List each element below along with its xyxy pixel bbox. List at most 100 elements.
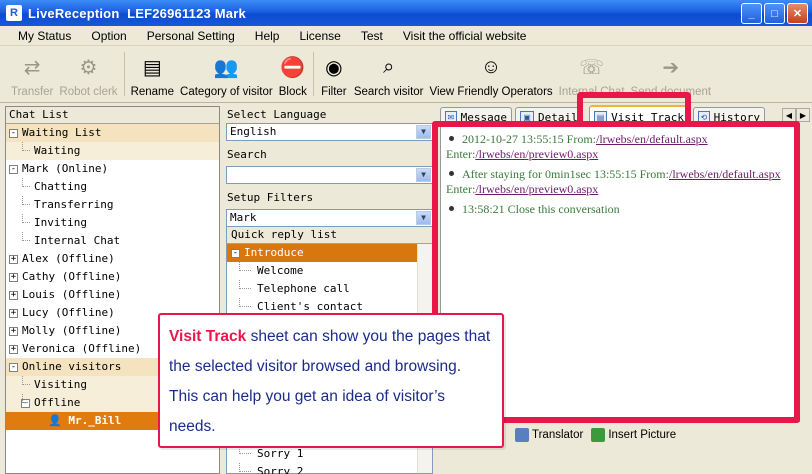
operators-icon: ☺	[480, 55, 502, 78]
tree-item-internal-chat[interactable]: Internal Chat	[6, 232, 219, 250]
tab-history[interactable]: ⟲ History	[693, 107, 765, 126]
visitor-person-icon: 👤	[48, 414, 62, 427]
expand-icon[interactable]: +	[9, 290, 18, 300]
visit-track-entry: 13:58:21 Close this conversation	[441, 202, 799, 217]
toolbar-label: View Friendly Operators	[429, 86, 553, 98]
detail-icon: ▣	[520, 110, 534, 124]
toolbar-separator	[312, 52, 314, 96]
tab-detail[interactable]: ▣ Detail	[515, 107, 583, 126]
quick-reply-item[interactable]: Welcome	[227, 262, 432, 280]
quick-reply-item[interactable]: Telephone call	[227, 280, 432, 298]
quick-reply-item[interactable]: - Introduce	[227, 244, 432, 262]
expand-icon[interactable]: +	[9, 326, 18, 336]
track-text: 13:58:21 Close this conversation	[462, 202, 620, 216]
tab-scroll-left-icon[interactable]: ◀	[782, 108, 796, 122]
tree-item-mark-online[interactable]: - Mark (Online)	[6, 160, 219, 178]
tree-item-label: Mark (Online)	[22, 162, 109, 175]
tree-item-cathy-offline[interactable]: + Cathy (Offline)	[6, 268, 219, 286]
chevron-down-icon[interactable]: ▼	[416, 125, 431, 139]
close-button[interactable]: ✕	[787, 3, 808, 24]
toolbar-label: Block	[278, 86, 307, 98]
expand-icon[interactable]: +	[9, 344, 18, 354]
visit-track-entry: 2012-10-27 13:55:15 From:/lrwebs/en/defa…	[441, 132, 799, 162]
setup-filters-label: Setup Filters	[227, 191, 314, 204]
chevron-down-icon[interactable]: ▼	[416, 211, 431, 225]
collapse-icon[interactable]: -	[9, 128, 18, 138]
block-button[interactable]: ⛔ Block	[276, 46, 310, 102]
toolbar-label: Transfer	[11, 86, 54, 98]
menu-license[interactable]: License	[289, 29, 350, 43]
filter-icon: ◉	[325, 56, 343, 79]
filter-select[interactable]: Mark ▼	[226, 209, 433, 227]
send-document-button[interactable]: ➔ Send document	[628, 46, 715, 102]
translator-button[interactable]: Translator	[515, 428, 583, 442]
quick-reply-header: Quick reply list	[227, 227, 432, 244]
menu-option[interactable]: Option	[81, 29, 136, 43]
tree-item-chatting[interactable]: Chatting	[6, 178, 219, 196]
toolbar-label: Rename	[130, 86, 175, 98]
rename-button[interactable]: ▤ Rename	[128, 46, 177, 102]
language-select[interactable]: English ▼	[226, 123, 433, 141]
transfer-button[interactable]: ⇄ Transfer	[8, 46, 56, 102]
internal-chat-button[interactable]: ☏ Internal Chat	[556, 46, 628, 102]
robot-icon: ⚙	[79, 56, 98, 79]
tree-connector	[22, 214, 30, 223]
tab-scroll-right-icon[interactable]: ▶	[796, 108, 810, 122]
tab-visit-track[interactable]: ▤ Visit Track	[589, 105, 689, 127]
filter-button[interactable]: ◉ Filter	[317, 46, 351, 102]
track-text: After staying for 0min1sec 13:55:15 From…	[462, 167, 669, 181]
collapse-icon[interactable]: -	[231, 248, 240, 258]
bullet-icon	[449, 171, 454, 176]
track-text: 2012-10-27 13:55:15 From:	[462, 132, 596, 146]
tree-item-label: Visiting	[34, 378, 87, 391]
tree-item-alex-offline[interactable]: + Alex (Offline)	[6, 250, 219, 268]
tree-item-label: Alex (Offline)	[22, 252, 115, 265]
toolbar: ⇄ Transfer ⚙ Robot clerk ▤ Rename 👥 Category of…	[0, 47, 812, 103]
rename-icon: ▤	[142, 56, 162, 79]
tab-message[interactable]: ✉ Message	[440, 107, 512, 126]
chevron-down-icon[interactable]: ▼	[416, 168, 431, 182]
expand-icon[interactable]: +	[9, 254, 18, 264]
menu-my-status[interactable]: My Status	[0, 29, 81, 43]
tree-item-waiting-list[interactable]: - Waiting List	[6, 124, 219, 142]
robot-clerk-button[interactable]: ⚙ Robot clerk	[56, 46, 120, 102]
enter-page-link[interactable]: /lrwebs/en/preview0.aspx	[475, 147, 598, 161]
tree-item-inviting[interactable]: Inviting	[6, 214, 219, 232]
from-page-link[interactable]: /lrwebs/en/default.aspx	[669, 167, 781, 181]
tree-item-transferring[interactable]: Transferring	[6, 196, 219, 214]
expand-icon[interactable]: +	[9, 272, 18, 282]
block-icon: ⛔	[280, 56, 306, 79]
callout-keyword: Visit Track	[169, 328, 247, 345]
menu-personal-setting[interactable]: Personal Setting	[137, 29, 245, 43]
toolbar-label: Filter	[321, 86, 347, 98]
maximize-button[interactable]: □	[764, 3, 785, 24]
tree-item-louis-offline[interactable]: + Louis (Offline)	[6, 286, 219, 304]
translator-icon	[515, 428, 529, 442]
bullet-icon	[449, 136, 454, 141]
quick-reply-item[interactable]: Sorry 2	[227, 463, 417, 474]
view-friendly-operators-button[interactable]: ☺ View Friendly Operators	[427, 46, 556, 102]
minimize-button[interactable]: _	[741, 3, 762, 24]
menu-visit-website[interactable]: Visit the official website	[393, 29, 537, 43]
collapse-icon[interactable]: -	[9, 362, 18, 372]
language-value: English	[230, 125, 277, 138]
tree-item-label: Transferring	[34, 198, 114, 211]
search-input[interactable]: ▼	[226, 166, 433, 184]
expand-icon[interactable]: +	[9, 308, 18, 318]
search-visitor-button[interactable]: ⌕ Search visitor	[351, 46, 427, 102]
tree-item-waiting[interactable]: Waiting	[6, 142, 219, 160]
tree-item-label: Veronica (Offline)	[22, 342, 142, 355]
tree-item-label: Internal Chat	[34, 234, 121, 247]
toolbar-label: Category of visitor	[180, 86, 273, 98]
collapse-icon[interactable]: -	[9, 164, 18, 174]
menu-help[interactable]: Help	[245, 29, 290, 43]
tree-connector	[22, 232, 30, 241]
detail-tabs: ✉ Message ▣ Detail ▤ Visit Track ⟲ History ◀…	[438, 105, 812, 127]
chat-list-header: Chat List	[6, 107, 219, 124]
enter-page-link[interactable]: /lrwebs/en/preview0.aspx	[475, 182, 598, 196]
tree-item-label: Chatting	[34, 180, 87, 193]
menu-test[interactable]: Test	[351, 29, 393, 43]
insert-picture-button[interactable]: Insert Picture	[591, 428, 676, 442]
category-of-visitor-button[interactable]: 👥 Category of visitor	[177, 46, 276, 102]
from-page-link[interactable]: /lrwebs/en/default.aspx	[596, 132, 708, 146]
